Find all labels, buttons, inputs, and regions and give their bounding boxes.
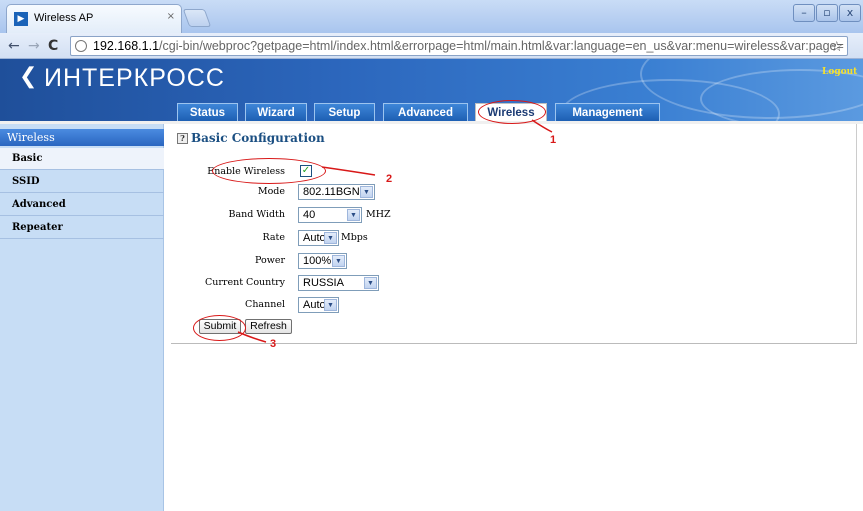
annotation-label-2: 2: [386, 173, 393, 185]
power-label: Power: [254, 255, 285, 266]
url-path: /cgi-bin/webproc?getpage=html/index.html…: [159, 39, 844, 53]
tab-management[interactable]: Management: [555, 103, 660, 121]
page-title-text: Basic Configuration: [191, 131, 325, 145]
annotation-label-1: 1: [550, 134, 557, 146]
band-width-select-value: 40: [303, 209, 316, 221]
reload-icon[interactable]: C: [48, 38, 58, 54]
page-title: ? Basic Configuration: [177, 131, 325, 145]
sidebar-item-basic[interactable]: Basic: [0, 148, 164, 170]
tab-title: Wireless AP: [34, 12, 94, 24]
sidebar-item-repeater[interactable]: Repeater: [0, 217, 164, 239]
url-text: 192.168.1.1/cgi-bin/webproc?getpage=html…: [93, 37, 844, 55]
brand-logo: ИНТЕРКРОСС: [44, 64, 225, 92]
tab-advanced[interactable]: Advanced: [383, 103, 468, 121]
sidebar-heading: Wireless: [0, 129, 164, 146]
rate-label: Rate: [262, 232, 285, 243]
country-select[interactable]: RUSSIA ▼: [298, 275, 379, 291]
country-label: Current Country: [205, 277, 285, 288]
back-arrow-icon[interactable]: ←: [8, 38, 20, 54]
bookmark-star-icon[interactable]: ☆: [830, 37, 843, 55]
annotation-ring-enable: [212, 158, 326, 184]
content-border: [856, 124, 857, 344]
minimize-button[interactable]: –: [793, 4, 815, 22]
logout-link[interactable]: Logout: [822, 67, 857, 77]
band-width-unit: MHZ: [366, 209, 391, 220]
url-host: 192.168.1.1: [93, 39, 160, 53]
browser-toolbar: ← → C 192.168.1.1/cgi-bin/webproc?getpag…: [0, 33, 863, 83]
sidebar-item-ssid[interactable]: SSID: [0, 171, 164, 193]
browser-titlebar: ▶ Wireless AP × – ▫ x: [0, 0, 863, 33]
tab-status[interactable]: Status: [177, 103, 238, 121]
rate-select-value: Auto: [303, 232, 326, 244]
chevron-down-icon: ▼: [347, 209, 360, 221]
annotation-arrow-3: [237, 331, 267, 343]
address-bar[interactable]: 192.168.1.1/cgi-bin/webproc?getpage=html…: [70, 36, 848, 56]
chevron-down-icon: ▼: [364, 277, 377, 289]
browser-tab[interactable]: ▶ Wireless AP ×: [6, 4, 182, 33]
channel-select-value: Auto: [303, 299, 326, 311]
annotation-label-3: 3: [270, 338, 277, 350]
help-icon[interactable]: ?: [177, 133, 188, 144]
power-select-value: 100%: [303, 255, 332, 267]
router-favicon-icon: ▶: [14, 12, 28, 26]
channel-label: Channel: [245, 299, 285, 310]
power-select[interactable]: 100% ▼: [298, 253, 347, 269]
chevron-down-icon: ▼: [332, 255, 345, 267]
mode-select-value: 802.11BGN: [303, 186, 360, 198]
new-tab-button[interactable]: [182, 9, 212, 27]
logo-mark-icon: ❮: [19, 64, 38, 89]
mode-select[interactable]: 802.11BGN ▼: [298, 184, 375, 200]
sidebar: Wireless Basic SSID Advanced Repeater: [0, 124, 164, 511]
channel-select[interactable]: Auto ▼: [298, 297, 339, 313]
close-window-button[interactable]: x: [839, 4, 861, 22]
forward-arrow-icon[interactable]: →: [28, 38, 40, 54]
band-width-label: Band Width: [228, 209, 285, 220]
chevron-down-icon: ▼: [324, 232, 337, 244]
country-select-value: RUSSIA: [303, 277, 344, 289]
tab-wizard[interactable]: Wizard: [245, 103, 307, 121]
chevron-down-icon: ▼: [360, 186, 373, 198]
globe-icon: [75, 40, 87, 52]
close-tab-icon[interactable]: ×: [167, 11, 175, 22]
chevron-down-icon: ▼: [324, 299, 337, 311]
maximize-button[interactable]: ▫: [816, 4, 838, 22]
rate-unit: Mbps: [341, 232, 368, 243]
sidebar-item-advanced[interactable]: Advanced: [0, 194, 164, 216]
tab-setup[interactable]: Setup: [314, 103, 375, 121]
mode-label: Mode: [257, 186, 285, 197]
annotation-arrow-2: [321, 166, 376, 176]
rate-select[interactable]: Auto ▼: [298, 230, 339, 246]
band-width-select[interactable]: 40 ▼: [298, 207, 362, 223]
